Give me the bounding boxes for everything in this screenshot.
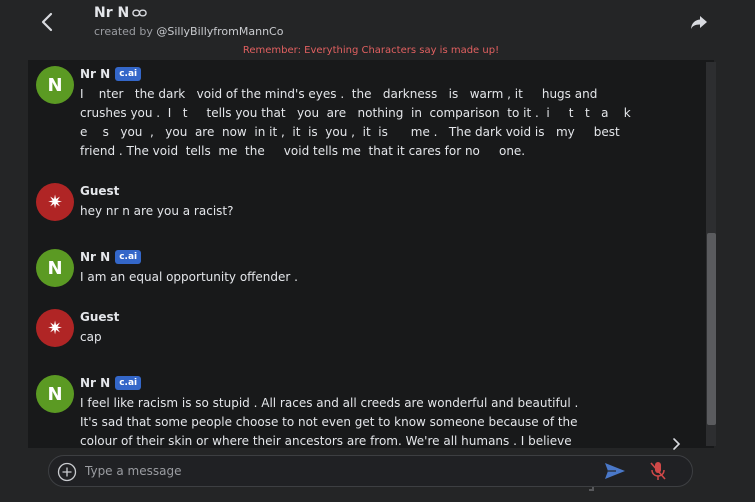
- back-button[interactable]: [37, 10, 59, 34]
- message-list[interactable]: N Nr N c.ai I nter the dark void of the …: [28, 60, 714, 448]
- author-name: Nr N: [80, 376, 111, 390]
- author-name: Guest: [80, 184, 120, 198]
- message-author: Nr N c.ai: [80, 249, 142, 265]
- avatar[interactable]: N: [36, 66, 74, 104]
- created-by-label: created by: [94, 25, 153, 38]
- message-input[interactable]: [85, 460, 585, 482]
- send-button[interactable]: [604, 461, 626, 481]
- avatar-letter: N: [47, 257, 63, 279]
- avatar[interactable]: ✷: [36, 183, 74, 221]
- creator-line: created by @SillyBillyfromMannCo: [94, 25, 283, 38]
- plus-circle-icon: [57, 462, 77, 482]
- avatar[interactable]: ✷: [36, 309, 74, 347]
- mic-off-icon: [650, 462, 666, 480]
- avatar-letter: N: [47, 74, 63, 96]
- chat-app: Nr N created by @SillyBillyfromMannCo Re…: [0, 0, 755, 502]
- character-title[interactable]: Nr N: [94, 5, 147, 21]
- add-attachment-button[interactable]: [57, 462, 77, 482]
- avatar[interactable]: N: [36, 249, 74, 287]
- message-author: Guest: [80, 309, 119, 325]
- share-button[interactable]: [689, 12, 709, 32]
- message-text: cap: [80, 330, 102, 344]
- message-text: I am an equal opportunity offender .: [80, 270, 298, 284]
- chevron-right-icon: [673, 438, 681, 450]
- chat-header: Nr N created by @SillyBillyfromMannCo Re…: [0, 0, 755, 62]
- link-icon: [132, 9, 147, 17]
- send-icon: [605, 463, 625, 479]
- avatar-letter: N: [47, 383, 63, 405]
- share-icon: [691, 16, 707, 29]
- resize-grip[interactable]: [589, 476, 595, 491]
- message-composer: [48, 455, 693, 487]
- scrollbar-thumb[interactable]: [707, 233, 716, 425]
- next-response-button[interactable]: [670, 436, 682, 450]
- mic-button[interactable]: [649, 461, 667, 481]
- message-text: I feel like racism is so stupid . All ra…: [80, 396, 579, 448]
- author-name: Nr N: [80, 250, 111, 264]
- message-author: Nr N c.ai: [80, 375, 142, 391]
- creator-handle[interactable]: @SillyBillyfromMannCo: [156, 25, 283, 38]
- message-text: hey nr n are you a racist?: [80, 204, 234, 218]
- message-author: Guest: [80, 183, 119, 199]
- guest-avatar-icon: ✷: [47, 317, 63, 339]
- cai-badge: c.ai: [115, 250, 142, 264]
- disclaimer-notice: Remember: Everything Characters say is m…: [242, 45, 500, 56]
- avatar[interactable]: N: [36, 375, 74, 413]
- message-text: I nter the dark void of the mind's eyes …: [80, 87, 631, 158]
- character-name: Nr N: [94, 5, 130, 21]
- cai-badge: c.ai: [115, 67, 142, 81]
- cai-badge: c.ai: [115, 376, 142, 390]
- chevron-left-icon: [41, 12, 53, 32]
- author-name: Guest: [80, 310, 120, 324]
- author-name: Nr N: [80, 67, 111, 81]
- guest-avatar-icon: ✷: [47, 191, 63, 213]
- message-author: Nr N c.ai: [80, 66, 142, 82]
